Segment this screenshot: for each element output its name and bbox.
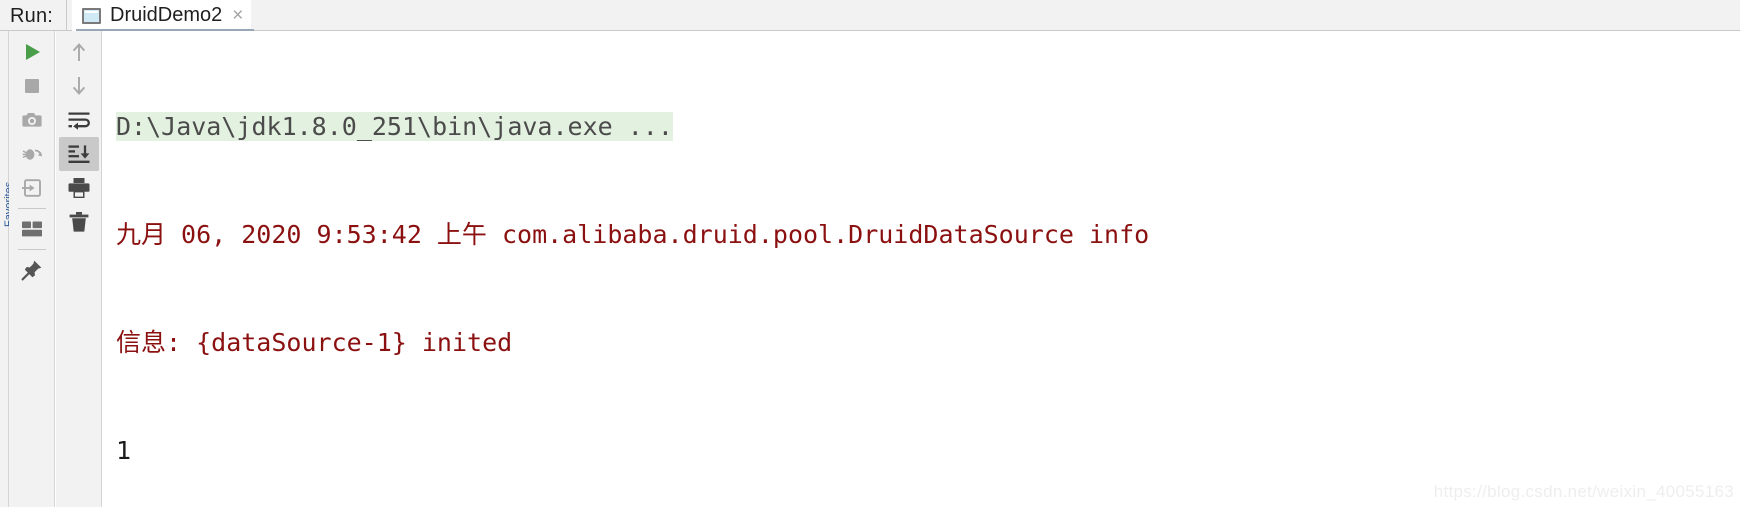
header-divider bbox=[66, 0, 67, 31]
console-line-command-text: D:\Java\jdk1.8.0_251\bin\java.exe ... bbox=[116, 112, 673, 141]
prev-occurrence-button[interactable] bbox=[59, 35, 99, 69]
resume-button[interactable] bbox=[12, 171, 52, 205]
next-occurrence-button[interactable] bbox=[59, 69, 99, 103]
console-output-panel[interactable]: D:\Java\jdk1.8.0_251\bin\java.exe ... 九月… bbox=[102, 31, 1740, 507]
camera-icon bbox=[21, 110, 43, 130]
console-line-log-message: 信息: {dataSource-1} inited bbox=[116, 328, 513, 357]
layout-icon bbox=[21, 220, 43, 238]
exit-arrow-icon bbox=[21, 178, 42, 198]
play-icon bbox=[22, 42, 42, 62]
scroll-to-end-icon bbox=[67, 144, 91, 164]
run-tab-druiddemo2[interactable]: DruidDemo2 × bbox=[72, 0, 252, 31]
console-actions-toolbar bbox=[56, 31, 102, 507]
pin-button[interactable] bbox=[12, 253, 52, 287]
trash-icon bbox=[68, 211, 90, 233]
left-edge-tool-strip[interactable]: Favorites bbox=[0, 31, 15, 507]
console-line-log-header: 九月 06, 2020 9:53:42 上午 com.alibaba.druid… bbox=[116, 220, 1150, 249]
scroll-to-end-button[interactable] bbox=[58, 137, 99, 171]
run-label: Run: bbox=[10, 5, 54, 27]
restore-layout-button[interactable] bbox=[12, 137, 52, 171]
layout-button[interactable] bbox=[12, 212, 52, 246]
toolbar-divider bbox=[17, 208, 46, 209]
run-tool-window: Run: DruidDemo2 × Favorites bbox=[0, 0, 1740, 507]
soft-wrap-icon bbox=[67, 110, 91, 130]
printer-icon bbox=[67, 177, 91, 199]
bug-restore-icon bbox=[21, 144, 43, 164]
run-actions-toolbar bbox=[9, 31, 55, 507]
pin-icon bbox=[21, 259, 43, 281]
toolbar-divider bbox=[17, 249, 46, 250]
arrow-down-icon bbox=[69, 75, 89, 97]
soft-wrap-button[interactable] bbox=[59, 103, 99, 137]
run-config-icon bbox=[82, 7, 101, 24]
watermark-url: https://blog.csdn.net/weixin_40055163 bbox=[1433, 482, 1734, 501]
print-button[interactable] bbox=[59, 171, 99, 205]
run-header-bar: Run: DruidDemo2 × bbox=[0, 0, 1740, 33]
stop-icon bbox=[22, 76, 42, 96]
arrow-up-icon bbox=[69, 41, 89, 63]
camera-button[interactable] bbox=[12, 103, 52, 137]
stop-button[interactable] bbox=[12, 69, 52, 103]
run-tab-label: DruidDemo2 bbox=[110, 4, 223, 26]
console-line-command: D:\Java\jdk1.8.0_251\bin\java.exe ... bbox=[116, 109, 1740, 145]
console-text: D:\Java\jdk1.8.0_251\bin\java.exe ... 九月… bbox=[116, 37, 1740, 507]
close-icon[interactable]: × bbox=[232, 6, 243, 25]
clear-all-button[interactable] bbox=[59, 205, 99, 239]
console-line-stdout: 1 bbox=[116, 436, 132, 465]
rerun-button[interactable] bbox=[12, 35, 52, 69]
